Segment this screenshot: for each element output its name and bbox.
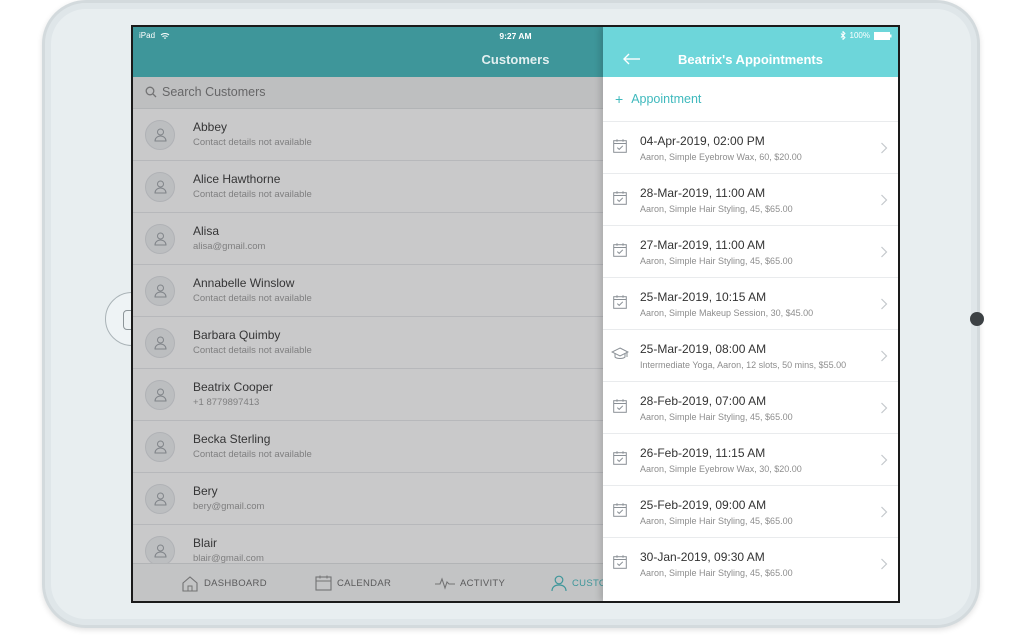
appointment-list: 04-Apr-2019, 02:00 PM Aaron, Simple Eyebr… [603, 121, 898, 589]
appointment-date: 30-Jan-2019, 09:30 AM [640, 550, 765, 564]
appointment-row[interactable]: 27-Mar-2019, 11:00 AM Aaron, Simple Hair … [603, 225, 898, 277]
appointment-date: 04-Apr-2019, 02:00 PM [640, 134, 765, 148]
chevron-right-icon [880, 505, 888, 518]
status-bar-right: 100% [840, 31, 892, 40]
appointment-row[interactable]: 28-Feb-2019, 07:00 AM Aaron, Simple Hair … [603, 381, 898, 433]
calendar-check-icon [613, 503, 627, 517]
appointment-row[interactable]: 28-Mar-2019, 11:00 AM Aaron, Simple Hair … [603, 173, 898, 225]
calendar-check-icon [613, 555, 627, 569]
appointment-row[interactable]: 26-Feb-2019, 11:15 AM Aaron, Simple Eyebr… [603, 433, 898, 485]
appointment-row[interactable]: 25-Mar-2019, 10:15 AM Aaron, Simple Makeu… [603, 277, 898, 329]
chevron-right-icon [880, 453, 888, 466]
appointment-detail: Aaron, Simple Hair Styling, 45, $65.00 [640, 568, 793, 578]
camera [970, 312, 984, 326]
appointment-date: 25-Mar-2019, 10:15 AM [640, 290, 767, 304]
appointment-date: 28-Feb-2019, 07:00 AM [640, 394, 767, 408]
appointment-date: 26-Feb-2019, 11:15 AM [640, 446, 766, 460]
plus-icon: + [615, 91, 624, 107]
chevron-right-icon [880, 401, 888, 414]
appointment-row[interactable]: 04-Apr-2019, 02:00 PM Aaron, Simple Eyebr… [603, 121, 898, 173]
graduation-cap-icon [610, 347, 630, 361]
customers-panel: Search Customers Abbey Contact details n… [133, 27, 603, 601]
appointment-detail: Aaron, Simple Hair Styling, 45, $65.00 [640, 412, 793, 422]
appointment-detail: Intermediate Yoga, Aaron, 12 slots, 50 m… [640, 360, 847, 370]
chevron-right-icon [880, 557, 888, 570]
calendar-check-icon [613, 191, 627, 205]
calendar-check-icon [613, 295, 627, 309]
appointments-panel: Beatrix's Appointments + Appointment 04-… [603, 27, 898, 601]
battery-icon [874, 31, 892, 40]
appointment-row[interactable]: 25-Mar-2019, 08:00 AM Intermediate Yoga, … [603, 329, 898, 381]
chevron-right-icon [880, 349, 888, 362]
appointment-detail: Aaron, Simple Eyebrow Wax, 30, $20.00 [640, 464, 802, 474]
battery-percent: 100% [849, 31, 870, 40]
add-appointment-label: Appointment [631, 92, 702, 106]
add-appointment-button[interactable]: + Appointment [615, 91, 701, 107]
chevron-right-icon [880, 245, 888, 258]
appointment-date: 28-Mar-2019, 11:00 AM [640, 186, 766, 200]
chevron-right-icon [880, 193, 888, 206]
calendar-check-icon [613, 451, 627, 465]
status-time: 9:27 AM [499, 31, 532, 41]
appointment-detail: Aaron, Simple Makeup Session, 30, $45.00 [640, 308, 814, 318]
calendar-check-icon [613, 139, 627, 153]
appointment-detail: Aaron, Simple Hair Styling, 45, $65.00 [640, 516, 793, 526]
appointment-detail: Aaron, Simple Eyebrow Wax, 60, $20.00 [640, 152, 802, 162]
appointment-date: 25-Mar-2019, 08:00 AM [640, 342, 767, 356]
appointments-title: Beatrix's Appointments [678, 52, 823, 67]
appointment-row[interactable]: 30-Jan-2019, 09:30 AM Aaron, Simple Hair … [603, 537, 898, 589]
appointment-row[interactable]: 25-Feb-2019, 09:00 AM Aaron, Simple Hair … [603, 485, 898, 537]
appointment-date: 27-Mar-2019, 11:00 AM [640, 238, 766, 252]
appointment-detail: Aaron, Simple Hair Styling, 45, $65.00 [640, 204, 793, 214]
calendar-check-icon [613, 399, 627, 413]
dim-overlay[interactable] [133, 27, 603, 601]
screen: Search Customers Abbey Contact details n… [131, 25, 900, 603]
chevron-right-icon [880, 297, 888, 310]
bluetooth-icon [840, 31, 846, 40]
appointment-detail: Aaron, Simple Hair Styling, 45, $65.00 [640, 256, 793, 266]
calendar-check-icon [613, 243, 627, 257]
appointment-date: 25-Feb-2019, 09:00 AM [640, 498, 767, 512]
chevron-right-icon [880, 141, 888, 154]
